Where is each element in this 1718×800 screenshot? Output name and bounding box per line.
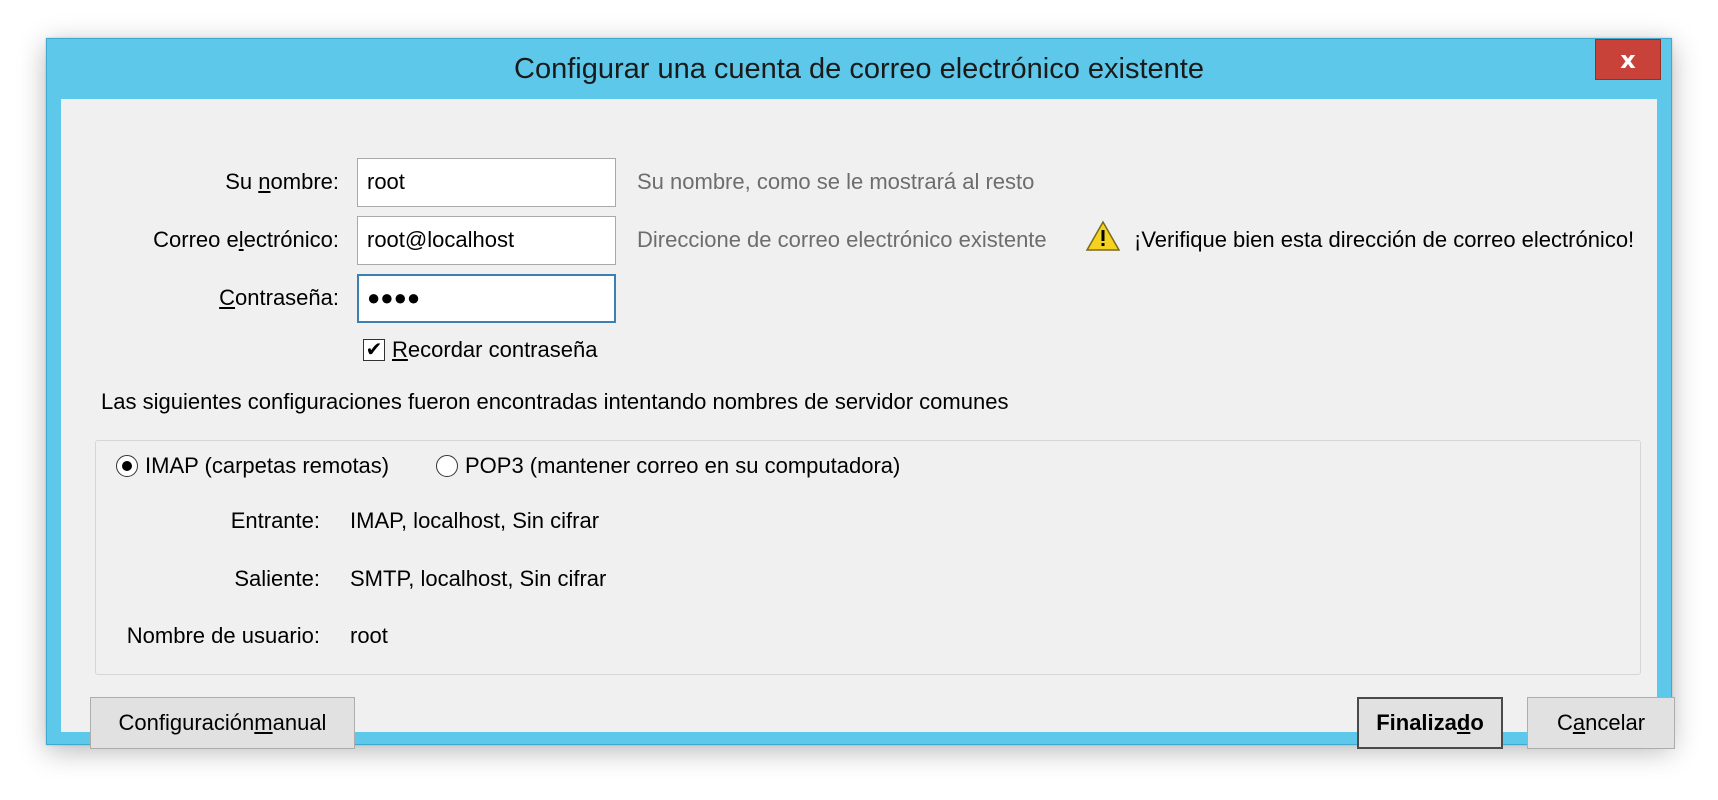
title-bar[interactable]: Configurar una cuenta de correo electrón… (47, 39, 1671, 99)
dialog-title: Configurar una cuenta de correo electrón… (514, 53, 1204, 85)
remember-password-checkbox[interactable]: ✔ (363, 339, 385, 361)
pop3-label[interactable]: POP3 (mantener correo en su computadora) (465, 453, 900, 479)
email-warning: ¡Verifique bien esta dirección de correo… (1134, 227, 1635, 252)
password-label: Contraseña: (219, 285, 339, 310)
incoming-value: IMAP, localhost, Sin cifrar (350, 508, 600, 533)
email-hint: Direccione de correo electrónico existen… (637, 227, 1047, 252)
done-button[interactable]: Finaliza d o (1357, 697, 1503, 749)
manual-config-button[interactable]: Configuración m anual (90, 697, 355, 749)
warning-triangle-icon (1085, 220, 1121, 251)
imap-radio[interactable] (116, 455, 138, 477)
account-setup-dialog: Configurar una cuenta de correo electrón… (46, 38, 1675, 749)
cancel-button[interactable]: Ca ncelar (1527, 697, 1675, 749)
outgoing-label: Saliente: (234, 566, 320, 591)
imap-label[interactable]: IMAP (carpetas remotas) (145, 453, 389, 479)
close-button[interactable]: x (1595, 39, 1661, 80)
username-value: root (350, 623, 388, 648)
username-label: Nombre de usuario: (126, 623, 320, 648)
server-config-panel: IMAP (carpetas remotas) POP3 (mantener c… (95, 440, 1641, 675)
config-found-message: Las siguientes configuraciones fueron en… (101, 389, 1009, 414)
close-icon: x (1620, 45, 1636, 74)
remember-password-label[interactable]: Recordar contraseña (392, 337, 597, 363)
outgoing-value: SMTP, localhost, Sin cifrar (350, 566, 607, 591)
pop3-radio[interactable] (436, 455, 458, 477)
remember-password-row[interactable]: ✔ Recordar contraseña (363, 337, 597, 363)
email-input[interactable]: root@localhost (357, 216, 616, 265)
checkmark-icon: ✔ (365, 339, 383, 361)
name-input[interactable]: root (357, 158, 616, 207)
dialog-body: Su nombre: root Su nombre, como se le mo… (61, 99, 1675, 749)
password-input[interactable]: ●●●● (357, 274, 616, 323)
incoming-label: Entrante: (230, 508, 320, 533)
email-label: Correo electrónico: (153, 227, 339, 252)
pop3-option[interactable]: POP3 (mantener correo en su computadora) (436, 453, 900, 479)
name-label: Su nombre: (225, 169, 339, 194)
name-hint: Su nombre, como se le mostrará al resto (637, 169, 1035, 194)
imap-option[interactable]: IMAP (carpetas remotas) (116, 453, 389, 479)
